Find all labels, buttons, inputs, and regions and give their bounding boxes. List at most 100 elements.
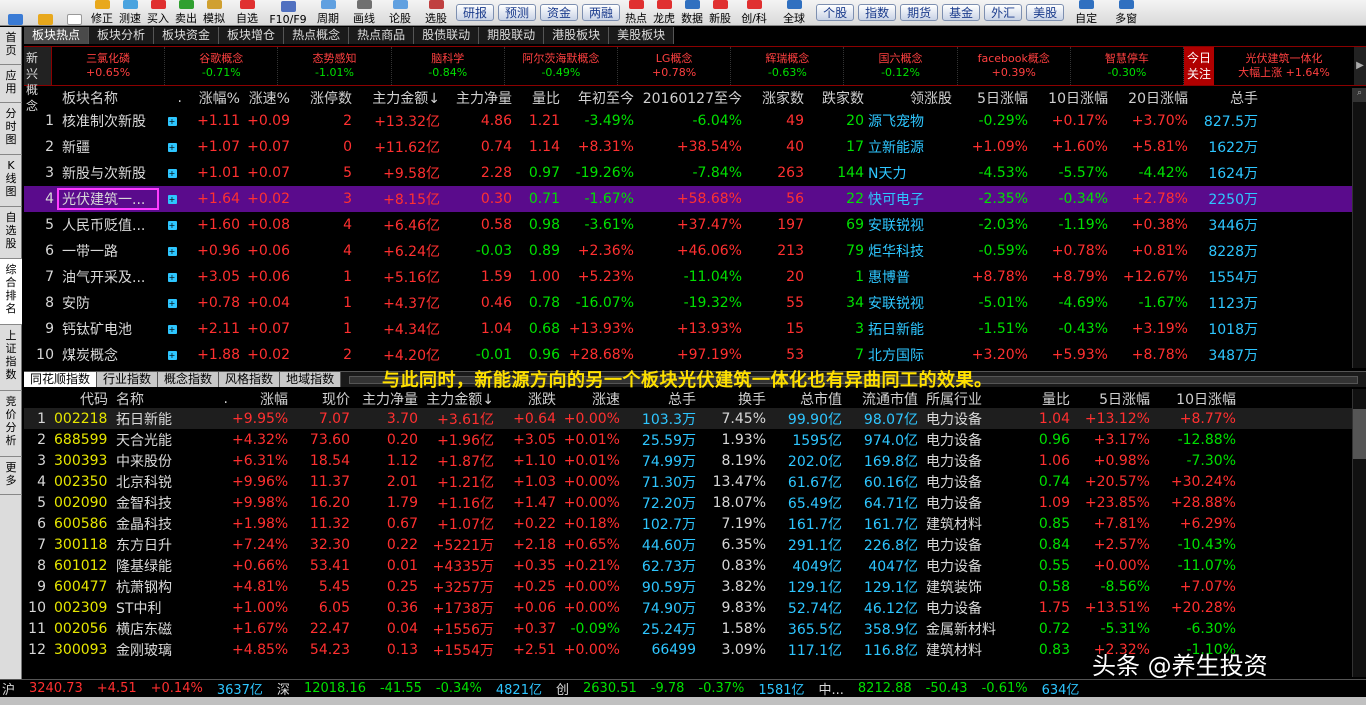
sidebar-item-timeshare[interactable]: 分时图 — [0, 103, 22, 155]
stock-row[interactable]: 10 002309 ST中利 +1.00% 6.05 0.36 +1738万 +0.06 +0.… — [24, 597, 1352, 618]
header-cell[interactable]: 主力净量 — [444, 88, 516, 108]
ticker-item[interactable]: LG概念 +0.78% — [618, 47, 732, 85]
tab-research[interactable]: 研报 — [456, 4, 495, 21]
cell-code[interactable]: 300118 — [50, 537, 112, 553]
cell-name[interactable]: 金刚玻璃 — [112, 640, 182, 660]
cell-name[interactable]: 横店东磁 — [112, 619, 182, 639]
stock-row[interactable]: 6 600586 金晶科技 +1.98% 11.32 0.67 +1.07亿 +0.22 +0.… — [24, 513, 1352, 534]
toolbar-btn-star[interactable]: 创/科 — [734, 0, 774, 26]
toolbar-btn-hot[interactable]: 热点 — [622, 0, 650, 26]
today-focus-label[interactable]: 今日关注 — [1184, 47, 1214, 85]
header-cell[interactable]: 代码 — [50, 389, 112, 409]
cell-lead[interactable]: N天力 — [868, 163, 956, 183]
sector-row[interactable]: 5 人民币贬值... + +1.60 +0.08 4 +6.46亿 0.58 0.98 -3.61… — [24, 212, 1366, 238]
cell-name[interactable]: 中来股份 — [112, 451, 182, 471]
header-cell[interactable]: 主力金额↓ — [422, 389, 498, 409]
sector-row[interactable]: 6 一带一路 + +0.96 +0.06 4 +6.24亿 -0.03 0.89 +2.36% +4… — [24, 238, 1366, 264]
back-icon[interactable] — [30, 0, 60, 26]
stock-row[interactable]: 5 002090 金智科技 +9.98% 16.20 1.79 +1.16亿 +1.47 +0.… — [24, 492, 1352, 513]
header-cell[interactable]: 板块名称 — [58, 88, 158, 108]
toolbar-btn-ipo[interactable]: 新股 — [706, 0, 734, 26]
tab-hot-commodities[interactable]: 热点商品 — [349, 27, 415, 44]
cell-name[interactable]: 隆基绿能 — [112, 556, 182, 576]
sidebar-item-watchlist[interactable]: 自选股 — [0, 207, 22, 259]
header-cell[interactable]: 量比 — [1004, 389, 1074, 409]
tab-funds[interactable]: 资金 — [540, 4, 579, 21]
ticker-item[interactable]: 辉瑞概念 -0.63% — [731, 47, 845, 85]
tab-sector-funds[interactable]: 板块资金 — [154, 27, 220, 44]
tab-stocks[interactable]: 个股 — [816, 4, 855, 21]
sector-row[interactable]: 8 安防 + +0.78 +0.04 1 +4.37亿 0.46 0.78 -16.07% -19.… — [24, 290, 1366, 316]
stock-row[interactable]: 2 688599 天合光能 +4.32% 73.60 0.20 +1.96亿 +3.05 +0.… — [24, 429, 1352, 450]
sector-name[interactable]: 光伏建筑一... — [57, 188, 159, 210]
cell-lead[interactable]: 安联锐视 — [868, 293, 956, 313]
scrollbar-thumb[interactable] — [1353, 409, 1366, 459]
sidebar-item-home[interactable]: 首页 — [0, 27, 22, 65]
cell-code[interactable]: 002309 — [50, 600, 112, 616]
ticker-arrow-icon[interactable]: ▶ — [1354, 47, 1366, 85]
header-cell[interactable]: 10日涨幅 — [1154, 389, 1240, 409]
cell-lead[interactable]: 惠博普 — [868, 267, 956, 287]
cell-lead[interactable]: 快可电子 — [868, 189, 956, 209]
tab-margin[interactable]: 两融 — [582, 4, 621, 21]
expand-plus-icon[interactable]: + — [167, 272, 177, 282]
header-cell[interactable]: 主力金额↓ — [356, 88, 444, 108]
header-cell[interactable]: . — [158, 90, 186, 106]
search-icon[interactable]: ⌕ — [1353, 88, 1366, 102]
tab-fund[interactable]: 基金 — [942, 4, 981, 21]
expand-plus-icon[interactable]: + — [167, 324, 177, 334]
header-cell[interactable]: 名称 — [112, 389, 182, 409]
cell-code[interactable]: 600477 — [50, 579, 112, 595]
cell-code[interactable]: 688599 — [50, 432, 112, 448]
toolbar-btn-f10[interactable]: F10/F9 — [266, 0, 310, 26]
stock-row[interactable]: 8 601012 隆基绿能 +0.66% 53.41 0.01 +4335万 +0.35 +0.… — [24, 555, 1352, 576]
tab-us-stocks[interactable]: 美股 — [1026, 4, 1065, 21]
ticker-item[interactable]: facebook概念 +0.39% — [958, 47, 1071, 85]
ticker-item[interactable]: 阿尔茨海默概念 -0.49% — [505, 47, 619, 85]
stock-row[interactable]: 7 300118 东方日升 +7.24% 32.30 0.22 +5221万 +2.18 +0.… — [24, 534, 1352, 555]
tab-index[interactable]: 指数 — [858, 4, 897, 21]
cell-name[interactable]: ST中利 — [112, 598, 182, 618]
header-cell[interactable]: 涨速 — [560, 389, 624, 409]
ticker-item[interactable]: 态势感知 -1.01% — [278, 47, 392, 85]
header-cell[interactable]: 总手 — [624, 389, 700, 409]
header-cell[interactable]: 涨跌 — [498, 389, 560, 409]
sector-row[interactable]: 2 新疆 + +1.07 +0.07 0 +11.62亿 0.74 1.14 +8.31% +38.… — [24, 134, 1366, 160]
header-cell[interactable]: 现价 — [292, 389, 354, 409]
cell-lead[interactable]: 源飞宠物 — [868, 111, 956, 131]
toolbar-btn-buy[interactable]: 买入 — [144, 0, 172, 26]
toolbar-btn-speedtest[interactable]: 测速 — [116, 0, 144, 26]
stock-table-scrollbar[interactable] — [1352, 389, 1366, 677]
today-focus-item[interactable]: 光伏建筑一体化 大幅上涨 +1.64% — [1214, 47, 1354, 85]
header-cell[interactable]: 涨幅% — [186, 88, 244, 108]
sidebar-item-auction[interactable]: 竞价分析 — [0, 391, 22, 457]
tab-futures[interactable]: 期货 — [900, 4, 939, 21]
expand-plus-icon[interactable]: + — [167, 168, 177, 178]
header-cell[interactable]: 总手 — [1192, 88, 1262, 108]
sector-name[interactable]: 安防 — [58, 293, 158, 313]
dropdown-icon[interactable] — [60, 0, 88, 26]
tab-sector-hot[interactable]: 板块热点 — [24, 27, 90, 44]
cell-name[interactable]: 拓日新能 — [112, 409, 182, 429]
expand-plus-icon[interactable]: + — [167, 220, 177, 230]
header-cell[interactable]: 换手 — [700, 389, 770, 409]
header-cell[interactable]: 5日涨幅 — [956, 88, 1032, 108]
tab-hot-concepts[interactable]: 热点概念 — [284, 27, 350, 44]
expand-plus-icon[interactable]: + — [167, 116, 177, 126]
sector-name[interactable]: 新股与次新股 — [58, 163, 158, 183]
toolbar-btn-forum[interactable]: 论股 — [382, 0, 418, 26]
sector-row[interactable]: 9 钙钛矿电池 + +2.11 +0.07 1 +4.34亿 1.04 0.68 +13.93% +… — [24, 316, 1366, 342]
tab-sector-position[interactable]: 板块增仓 — [219, 27, 285, 44]
ticker-item[interactable]: 三氯化磷 +0.65% — [52, 47, 166, 85]
tab-concept-index[interactable]: 概念指数 — [158, 372, 220, 387]
header-cell[interactable]: 5日涨幅 — [1074, 389, 1154, 409]
cell-code[interactable]: 002218 — [50, 411, 112, 427]
cell-name[interactable]: 杭萧钢构 — [112, 577, 182, 597]
header-cell[interactable]: 年初至今 — [564, 88, 638, 108]
ticker-item[interactable]: 智慧停车 -0.30% — [1071, 47, 1185, 85]
tab-sector-analysis[interactable]: 板块分析 — [89, 27, 155, 44]
toolbar-btn-dragon[interactable]: 龙虎 — [650, 0, 678, 26]
header-cell[interactable]: 涨家数 — [746, 88, 808, 108]
cell-lead[interactable]: 安联锐视 — [868, 215, 956, 235]
header-cell[interactable]: . — [182, 391, 232, 407]
